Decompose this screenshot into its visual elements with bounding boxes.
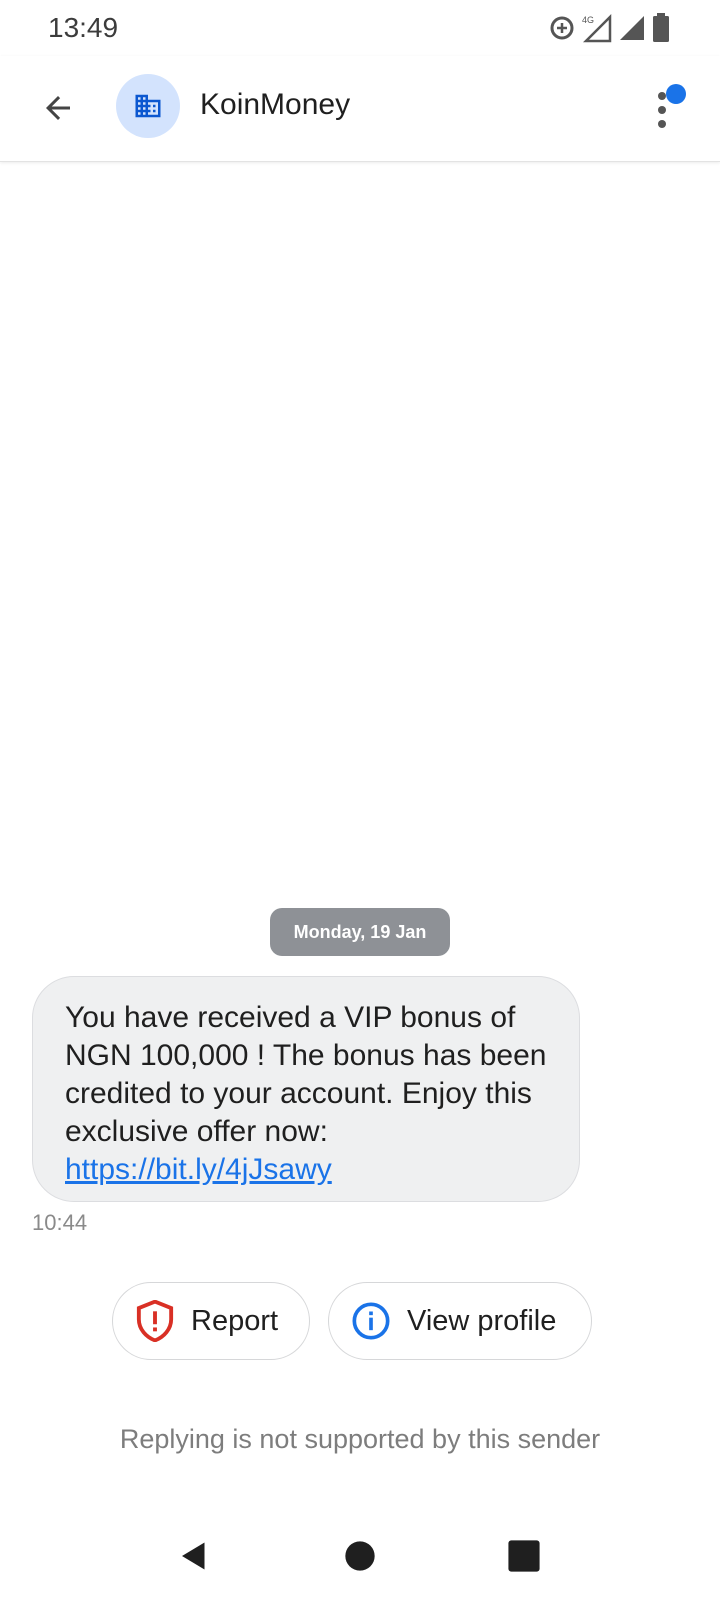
nav-back-icon <box>182 1542 205 1570</box>
message-timestamp: 10:44 <box>32 1210 88 1235</box>
nav-home-icon <box>345 1541 375 1571</box>
message-text: You have received a VIP bonus of NGN 100… <box>65 1001 547 1148</box>
message-link[interactable]: https://bit.ly/4jJsawy <box>65 1151 549 1189</box>
more-vert-dot-3 <box>658 120 666 128</box>
arrow-back-icon <box>46 96 70 120</box>
app-bar: KoinMoney <box>0 56 720 162</box>
avatar[interactable] <box>116 74 180 138</box>
more-vert-dot-2 <box>658 106 666 114</box>
business-icon <box>135 94 161 118</box>
more-vert-icon <box>658 92 666 100</box>
nav-recents-icon <box>508 1540 540 1572</box>
status-icons: 4G <box>548 12 670 44</box>
battery-icon <box>653 13 669 42</box>
date-separator: Monday, 19 Jan <box>270 908 450 956</box>
view-profile-label: View profile <box>407 1304 557 1337</box>
notification-dot <box>666 84 686 104</box>
report-label: Report <box>191 1304 279 1337</box>
navigation-bar <box>0 1510 720 1600</box>
signal-4g-icon: 4G <box>582 13 612 43</box>
message-bubble[interactable]: You have received a VIP bonus of NGN 100… <box>32 976 580 1202</box>
data-saver-icon <box>550 16 574 40</box>
report-shield-icon <box>133 1299 177 1343</box>
more-options-button[interactable] <box>636 78 692 138</box>
contact-name[interactable]: KoinMoney <box>200 88 350 122</box>
reply-not-supported-note: Replying is not supported by this sender <box>119 1424 601 1454</box>
network-label: 4G <box>582 15 594 25</box>
nav-recents-button[interactable] <box>496 1528 552 1584</box>
info-icon <box>349 1299 393 1343</box>
report-button[interactable]: Report <box>112 1282 310 1360</box>
status-time: 13:49 <box>48 12 119 43</box>
view-profile-button[interactable]: View profile <box>328 1282 592 1360</box>
status-bar: 13:49 4G <box>0 0 720 56</box>
nav-home-button[interactable] <box>332 1528 388 1584</box>
back-button[interactable] <box>30 80 86 136</box>
signal-icon <box>620 16 644 40</box>
nav-back-button[interactable] <box>166 1528 222 1584</box>
